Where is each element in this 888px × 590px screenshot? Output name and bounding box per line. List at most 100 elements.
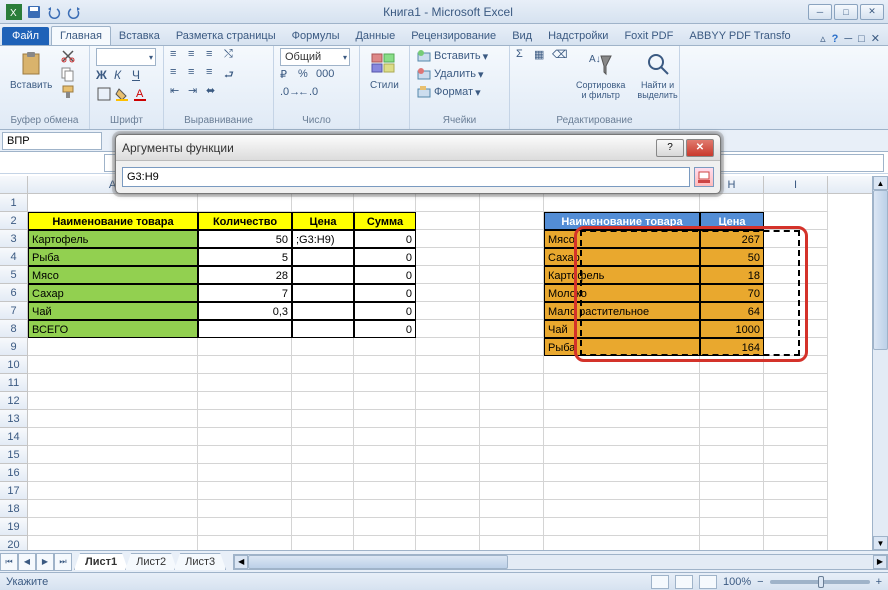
cell[interactable] — [700, 500, 764, 518]
close-button[interactable]: ✕ — [860, 4, 884, 20]
cell[interactable] — [480, 338, 544, 356]
sheet-nav-prev[interactable]: ◀ — [18, 553, 36, 571]
cell[interactable] — [480, 194, 544, 212]
cell[interactable] — [480, 518, 544, 536]
cell[interactable]: 0 — [354, 302, 416, 320]
tab-data[interactable]: Данные — [347, 27, 403, 45]
cell[interactable] — [700, 410, 764, 428]
cell[interactable] — [198, 392, 292, 410]
cell[interactable]: 0 — [354, 230, 416, 248]
minimize-button[interactable]: ─ — [808, 4, 832, 20]
cell[interactable] — [354, 536, 416, 550]
cell[interactable]: Чай — [28, 302, 198, 320]
cell[interactable] — [28, 536, 198, 550]
cell[interactable]: Чай — [544, 320, 700, 338]
cell[interactable]: Рыба — [544, 338, 700, 356]
cell[interactable] — [416, 230, 480, 248]
cell[interactable] — [292, 194, 354, 212]
cell[interactable]: 50 — [700, 248, 764, 266]
row-header[interactable]: 10 — [0, 356, 28, 374]
row-header[interactable]: 1 — [0, 194, 28, 212]
cell[interactable] — [28, 338, 198, 356]
cell[interactable] — [354, 338, 416, 356]
fill-color-icon[interactable] — [114, 86, 130, 102]
view-normal-icon[interactable] — [651, 575, 669, 589]
currency-icon[interactable]: ₽ — [280, 68, 296, 84]
zoom-out-button[interactable]: − — [757, 576, 763, 588]
scroll-thumb[interactable] — [873, 190, 888, 350]
worksheet-grid[interactable]: A B C D E F G H I 12Наименование товараК… — [0, 176, 888, 550]
cell[interactable] — [764, 410, 828, 428]
cell[interactable] — [28, 446, 198, 464]
tab-review[interactable]: Рецензирование — [403, 27, 504, 45]
tab-abbyy[interactable]: ABBYY PDF Transfo — [681, 27, 798, 45]
view-pagebreak-icon[interactable] — [699, 575, 717, 589]
cell[interactable] — [28, 356, 198, 374]
dialog-range-input[interactable] — [122, 167, 690, 187]
cell[interactable] — [416, 338, 480, 356]
cell[interactable]: Цена — [292, 212, 354, 230]
cell[interactable] — [544, 536, 700, 550]
cell[interactable] — [28, 410, 198, 428]
cell[interactable] — [480, 500, 544, 518]
clear-icon[interactable]: ⌫ — [552, 48, 568, 64]
row-header[interactable]: 17 — [0, 482, 28, 500]
cell[interactable]: Сахар — [28, 284, 198, 302]
cell[interactable] — [198, 536, 292, 550]
cell[interactable] — [28, 374, 198, 392]
underline-icon[interactable]: Ч — [132, 68, 148, 84]
cell[interactable] — [416, 302, 480, 320]
cell[interactable] — [416, 194, 480, 212]
name-box[interactable]: ВПР — [2, 132, 102, 150]
cell[interactable] — [764, 482, 828, 500]
cell[interactable] — [544, 374, 700, 392]
format-cells-button[interactable]: Формат▾ — [416, 84, 488, 100]
cell[interactable]: 70 — [700, 284, 764, 302]
cell[interactable] — [292, 338, 354, 356]
cell[interactable] — [700, 392, 764, 410]
cell[interactable] — [292, 446, 354, 464]
dialog-close-button[interactable]: ✕ — [686, 139, 714, 157]
bold-icon[interactable]: Ж — [96, 68, 112, 84]
tab-view[interactable]: Вид — [504, 27, 540, 45]
cell[interactable] — [700, 482, 764, 500]
scroll-right-icon[interactable]: ▶ — [873, 555, 887, 569]
cell[interactable] — [764, 356, 828, 374]
cut-icon[interactable] — [60, 48, 76, 64]
cell[interactable] — [764, 500, 828, 518]
cell[interactable] — [198, 428, 292, 446]
cell[interactable] — [764, 194, 828, 212]
maximize-button[interactable]: □ — [834, 4, 858, 20]
cell[interactable] — [700, 518, 764, 536]
cell[interactable] — [354, 518, 416, 536]
cell[interactable] — [764, 392, 828, 410]
cell[interactable]: 7 — [198, 284, 292, 302]
cell[interactable] — [764, 536, 828, 550]
font-combo[interactable] — [96, 48, 156, 66]
window-close-icon[interactable]: ✕ — [871, 32, 880, 45]
cell[interactable] — [480, 446, 544, 464]
cell[interactable]: Наименование товара — [28, 212, 198, 230]
cell[interactable]: 0 — [354, 248, 416, 266]
cell[interactable] — [198, 446, 292, 464]
cell[interactable] — [764, 302, 828, 320]
cell[interactable] — [544, 464, 700, 482]
cell[interactable] — [544, 194, 700, 212]
sheet-nav-next[interactable]: ▶ — [36, 553, 54, 571]
cell[interactable] — [198, 338, 292, 356]
cell[interactable]: Картофель — [544, 266, 700, 284]
cell[interactable] — [292, 464, 354, 482]
cell[interactable] — [480, 212, 544, 230]
cell[interactable] — [28, 392, 198, 410]
cell[interactable] — [764, 518, 828, 536]
cell[interactable] — [354, 446, 416, 464]
save-icon[interactable] — [26, 4, 42, 20]
border-icon[interactable] — [96, 86, 112, 102]
cell[interactable]: 28 — [198, 266, 292, 284]
cell[interactable] — [292, 392, 354, 410]
delete-cells-button[interactable]: Удалить▾ — [416, 66, 488, 82]
cell[interactable] — [764, 374, 828, 392]
copy-icon[interactable] — [60, 66, 76, 82]
align-top-icon[interactable]: ≡ — [170, 48, 186, 64]
row-header[interactable]: 19 — [0, 518, 28, 536]
